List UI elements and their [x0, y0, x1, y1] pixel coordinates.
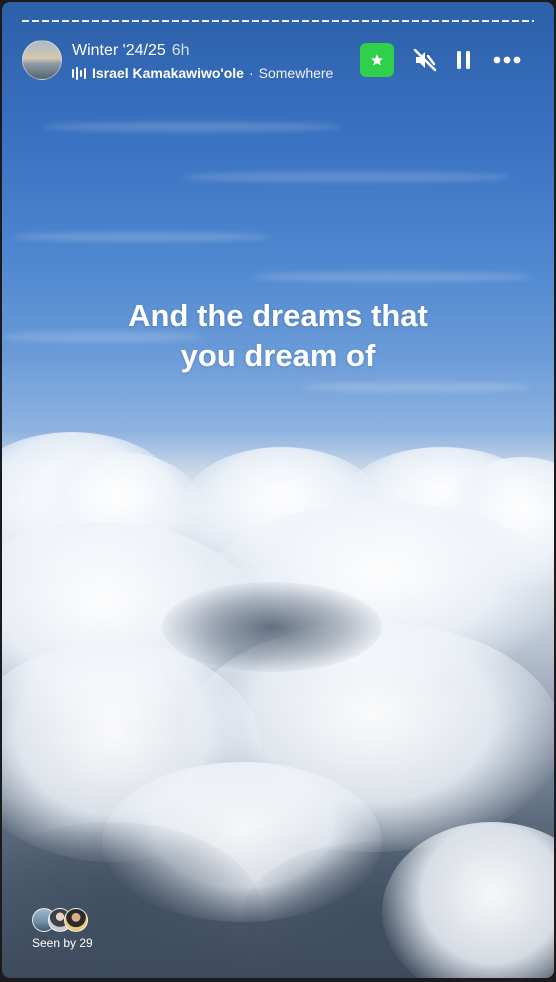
story-caption: And the dreams that you dream of: [2, 296, 554, 376]
mute-button[interactable]: [410, 45, 440, 75]
avatar[interactable]: [22, 40, 62, 80]
speaker-muted-icon: [413, 48, 437, 72]
story-header: Winter '24/25 6h Israel Kamakawiwo'ole · …: [22, 40, 534, 84]
star-icon: [371, 54, 383, 66]
more-horizontal-icon: [493, 56, 521, 64]
viewers-section[interactable]: Seen by 29: [32, 908, 93, 950]
viewer-avatar: [64, 908, 88, 932]
story-title[interactable]: Winter '24/25: [72, 42, 166, 59]
more-options-button[interactable]: [490, 45, 524, 75]
caption-line: And the dreams that: [128, 298, 428, 333]
music-separator: ·: [248, 65, 254, 81]
pause-button[interactable]: [449, 45, 479, 75]
story-title-row: Winter '24/25 6h: [72, 42, 190, 60]
music-info[interactable]: Israel Kamakawiwo'ole · Somewhere: [72, 65, 333, 81]
seen-by-count: Seen by 29: [32, 936, 93, 950]
music-song: Somewhere: [258, 65, 334, 81]
audio-bars-icon: [72, 66, 86, 80]
story-progress-bar: [22, 20, 534, 22]
caption-line: you dream of: [180, 338, 376, 373]
favorite-button[interactable]: [360, 43, 394, 77]
story-viewer[interactable]: Winter '24/25 6h Israel Kamakawiwo'ole · …: [2, 2, 554, 978]
viewer-avatars: [32, 908, 93, 932]
pause-icon: [457, 51, 470, 69]
music-artist: Israel Kamakawiwo'ole: [92, 65, 244, 81]
story-time: 6h: [171, 42, 190, 59]
